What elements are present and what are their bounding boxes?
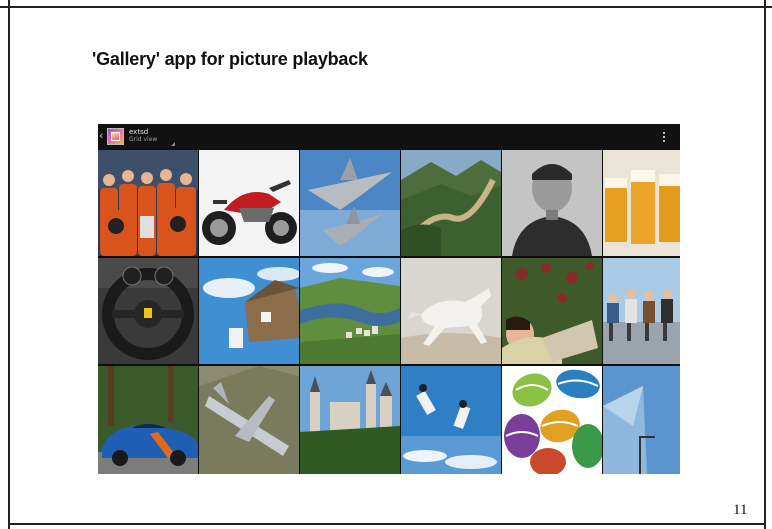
thumbnail-white-horse[interactable] <box>401 258 501 364</box>
overflow-menu-icon[interactable] <box>662 132 666 144</box>
thumbnail-flying-house[interactable] <box>199 258 299 364</box>
thumbnail-woman-in-garden[interactable] <box>502 258 602 364</box>
page-left-rule <box>8 0 10 529</box>
page-top-rule <box>0 6 772 8</box>
storage-label: extsd <box>129 128 149 136</box>
page-heading: 'Gallery' app for picture playback <box>92 49 368 69</box>
thumbnail-skydivers[interactable] <box>401 366 501 474</box>
thumbnail-fighter-jets[interactable] <box>300 150 400 256</box>
thumbnail-beer-glasses[interactable] <box>603 150 680 256</box>
thumbnail-glass-building[interactable] <box>603 366 680 474</box>
page-bottom-rule <box>8 523 766 525</box>
thumbnail-great-wall[interactable] <box>401 150 501 256</box>
thumbnail-portrait-man[interactable] <box>502 150 602 256</box>
thumbnail-friends-sitting[interactable] <box>603 258 680 364</box>
thumbnail-steering-wheel[interactable] <box>98 258 198 364</box>
view-mode-selector[interactable]: Grid view <box>129 136 157 144</box>
gallery-action-bar: ‹ extsd Grid view <box>98 124 680 149</box>
page-number: 11 <box>733 502 748 518</box>
thumbnail-airplane[interactable] <box>199 366 299 474</box>
thumbnail-blue-sports-car[interactable] <box>98 366 198 474</box>
thumbnail-castle[interactable] <box>300 366 400 474</box>
gallery-app-icon[interactable] <box>107 128 124 145</box>
chevron-left-icon[interactable]: ‹ <box>99 130 103 142</box>
dropdown-corner-icon <box>171 142 175 146</box>
tablet-screenshot: ‹ extsd Grid view <box>98 124 680 474</box>
thumbnail-river-town[interactable] <box>300 258 400 364</box>
thumbnail-easter-eggs[interactable] <box>502 366 602 474</box>
thumbnail-astronaut-crew[interactable] <box>98 150 198 256</box>
thumbnail-red-motorcycle[interactable] <box>199 150 299 256</box>
thumbnail-grid <box>98 150 680 474</box>
page-right-rule <box>764 0 766 529</box>
